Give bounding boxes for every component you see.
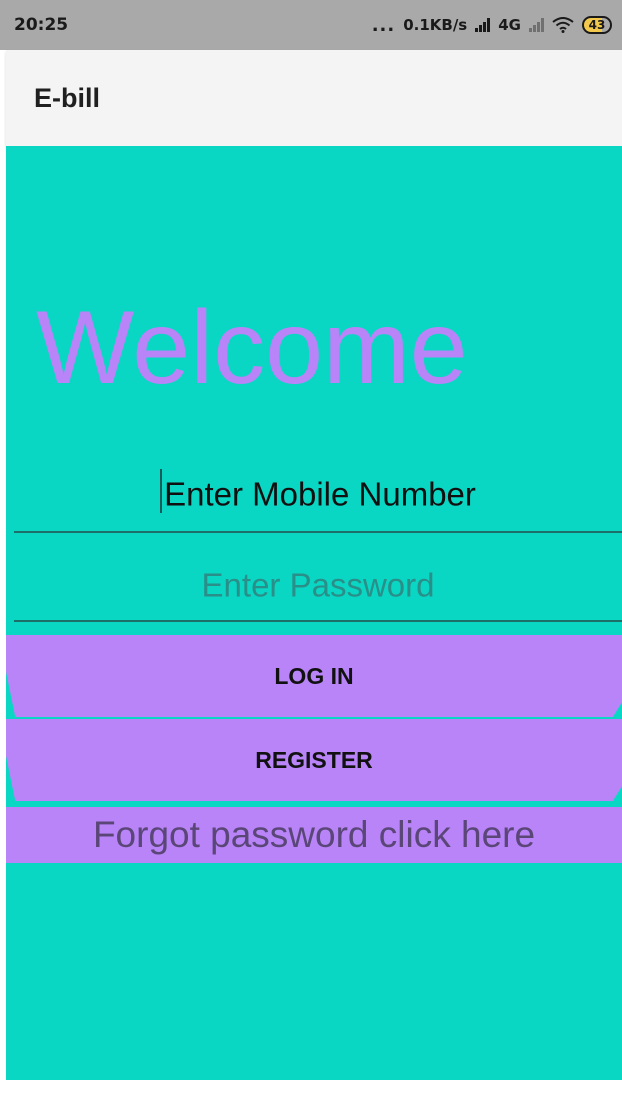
network-speed: 0.1KB/s	[403, 16, 468, 34]
password-placeholder: Enter Password	[201, 566, 435, 604]
status-bar: 20:25 ... 0.1KB/s 4G 43	[0, 0, 622, 50]
battery-level: 43	[588, 18, 606, 32]
forgot-password-link[interactable]: Forgot password click here	[6, 807, 622, 863]
app-bar: E-bill	[6, 50, 622, 146]
more-dots: ...	[371, 14, 396, 36]
login-button-label: LOG IN	[274, 662, 354, 689]
network-type: 4G	[498, 16, 521, 34]
forgot-password-label: Forgot password click here	[92, 814, 536, 855]
secondary-signal-icon	[529, 18, 544, 32]
status-icons: ... 0.1KB/s 4G 43	[372, 15, 612, 36]
text-cursor	[160, 469, 163, 514]
mobile-number-field[interactable]: Enter Mobile Number	[14, 469, 622, 533]
app-title: E-bill	[34, 82, 100, 113]
mobile-number-value: Enter Mobile Number	[164, 475, 476, 513]
login-button[interactable]: LOG IN	[6, 635, 622, 717]
password-field[interactable]: Enter Password	[14, 564, 622, 622]
status-time: 20:25	[14, 15, 69, 35]
register-button-label: REGISTER	[255, 746, 373, 773]
signal-strength-icon	[475, 18, 491, 32]
welcome-heading: Welcome	[36, 290, 468, 406]
register-button[interactable]: REGISTER	[6, 719, 622, 801]
login-screen: Welcome Enter Mobile Number Enter Passwo…	[6, 146, 622, 1080]
battery-icon: 43	[582, 16, 612, 34]
wifi-icon	[552, 17, 574, 33]
